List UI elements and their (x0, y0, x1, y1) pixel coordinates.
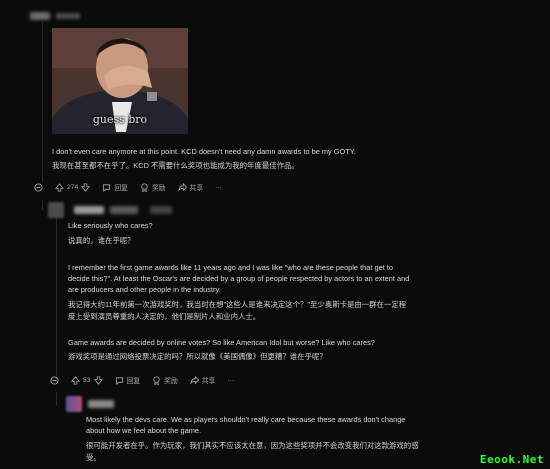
meme-image[interactable]: guess bro (52, 28, 188, 134)
collapse-button-2[interactable] (50, 375, 59, 385)
comment2-p3-en: Game awards are decided by online votes?… (68, 338, 375, 347)
avatar-2[interactable] (48, 202, 64, 218)
comment1-text-cn: 我现在甚至都不在乎了。KCD 不需要什么奖项也能成为我的年度最佳作品。 (52, 161, 299, 170)
thread-branch (42, 200, 43, 210)
award-label: 奖励 (164, 378, 178, 385)
username-1-tail (56, 13, 80, 19)
collapse-icon (34, 182, 43, 192)
reply-label: 回复 (114, 185, 128, 192)
username-2-meta-2 (150, 206, 172, 214)
comment3-p1-cn-2: 受。 (86, 453, 101, 462)
thread-line-reply (56, 212, 57, 382)
username-2[interactable] (74, 206, 104, 214)
reply-icon (115, 376, 124, 385)
comment2-p1-cn: 说真的，谁在乎呢？ (68, 236, 135, 245)
more-button-2[interactable]: ··· (227, 377, 234, 384)
share-button[interactable]: 共享 (177, 182, 204, 192)
comment2-p2-cn-1: 我记得大约11年前第一次游戏奖时，我当时在想"这些人是谁来决定这个？"至少奥斯卡… (68, 300, 407, 309)
comment1-text-en: I don't even care anymore at this point.… (52, 147, 356, 156)
comment2-p1-en: Like seriously who cares? (68, 221, 153, 230)
meme-caption: guess bro (92, 113, 148, 126)
award-button-2[interactable]: 奖励 (152, 375, 178, 385)
comment2-p2-en-3: are producers and other people in the in… (68, 285, 221, 294)
comment2-p2-cn-2: 度上受到演员尊重的人决定的，他们是制片人和业内人士。 (68, 312, 261, 321)
comment3-p1-en-1: Most likely the devs care. We as players… (86, 415, 406, 424)
username-2-meta (110, 206, 138, 214)
more-icon: ··· (215, 183, 222, 191)
reply-button-2[interactable]: 回复 (115, 375, 141, 385)
comment2-p2-en-1: I remember the first game awards like 11… (68, 263, 393, 272)
reply-label: 回复 (126, 378, 141, 385)
username-3[interactable] (88, 400, 114, 408)
share-label: 共享 (189, 185, 204, 192)
share-label: 共享 (201, 378, 216, 385)
downvote-icon[interactable] (81, 182, 91, 192)
comment3-p1-cn-1: 很可能开发者在乎。作为玩家，我们其实不应该太在意，因为这些奖项并不会改变我们对这… (86, 441, 419, 450)
reply-button[interactable]: 回复 (102, 182, 128, 192)
award-icon (152, 375, 161, 385)
more-button[interactable]: ··· (215, 184, 222, 191)
comment2-p2-en-2: decide this?". At least the Oscar's are … (68, 274, 410, 283)
comment3-p1-en-2: about how we feel about the game. (86, 426, 202, 435)
comment2-p3-cn: 游戏奖项是通过网络投票决定的吗？所以就像《美国偶像》但更糟？谁在乎呢？ (68, 352, 327, 361)
collapse-icon (50, 375, 59, 385)
share-button-2[interactable]: 共享 (189, 375, 216, 385)
comment1-actions: 274 回复 奖励 共享 ··· (34, 180, 234, 194)
vote-count: 53 (83, 376, 91, 384)
award-label: 奖励 (151, 185, 166, 192)
comment2-actions: 53 回复 奖励 共享 ··· (50, 373, 246, 387)
more-icon: ··· (227, 376, 235, 384)
downvote-icon[interactable] (93, 375, 103, 385)
upvote-icon[interactable] (55, 182, 64, 192)
avatar-3[interactable] (66, 396, 82, 412)
vote-controls-2: 53 (71, 375, 103, 385)
share-icon (177, 182, 187, 192)
vote-count: 274 (67, 183, 79, 191)
collapse-button[interactable] (34, 182, 43, 192)
reply-icon (102, 183, 111, 192)
username-1[interactable] (30, 12, 50, 20)
thread-line-root (42, 22, 43, 182)
watermark: Eeook.Net (479, 453, 544, 466)
award-icon (140, 182, 149, 192)
upvote-icon[interactable] (71, 375, 80, 385)
vote-controls: 274 (55, 182, 91, 192)
share-icon (189, 375, 199, 385)
thread-branch-3 (56, 392, 57, 406)
award-button[interactable]: 奖励 (140, 182, 166, 192)
